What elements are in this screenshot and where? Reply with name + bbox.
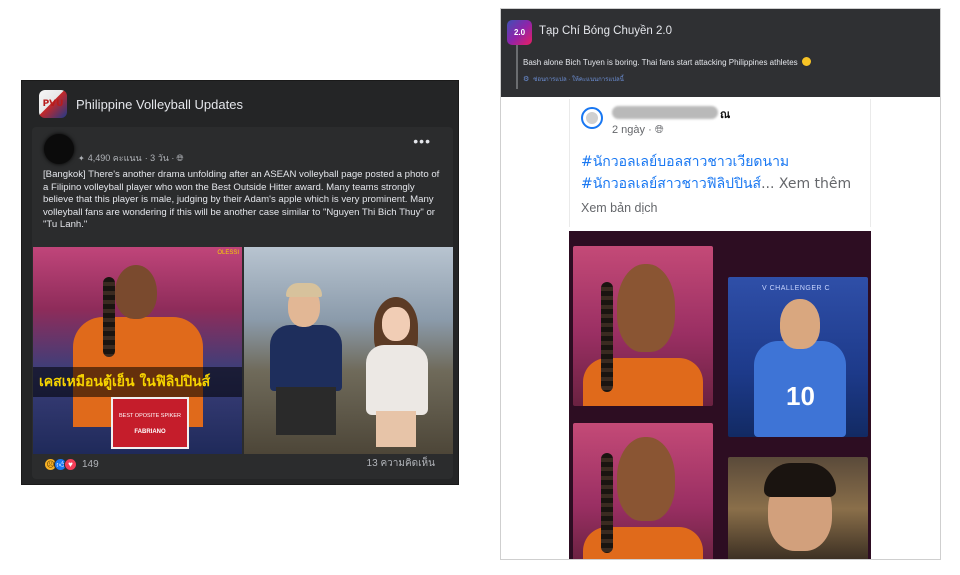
page-title[interactable]: Tạp Chí Bóng Chuyền 2.0	[539, 25, 672, 37]
man-cap	[286, 283, 322, 297]
award-card: BEST OPOSITE SPIKER FABRIANO	[111, 397, 189, 449]
photo-player-3[interactable]	[728, 457, 868, 559]
corner-logo: OLESSI	[217, 250, 239, 256]
page-logo[interactable]: PVU	[39, 90, 67, 118]
author-name-tail[interactable]: ณ	[720, 105, 730, 123]
post-meta: ✦ 4,490 คะแนน · 3 วัน · 🌐︎	[78, 151, 184, 165]
comments-count[interactable]: 13 ความคิดเห็น	[367, 456, 435, 471]
post-text: [Bangkok] There's another drama unfoldin…	[43, 169, 440, 231]
woman-legs	[376, 411, 416, 447]
left-screenshot: PVU Philippine Volleyball Updates ✦ 4,49…	[21, 80, 459, 485]
see-translation-link[interactable]: Xem bản dịch	[581, 201, 657, 215]
couple-photo[interactable]	[244, 247, 453, 454]
translation-links[interactable]: ⚙ ซ่อนการแปล · ให้คะแนนการแปลนี้	[523, 74, 624, 84]
page-logo[interactable]: 2.0	[507, 20, 532, 45]
photo-player-2[interactable]	[573, 423, 713, 559]
player-face	[617, 437, 675, 521]
avatar-inner	[586, 112, 598, 124]
man-sweater	[270, 325, 342, 391]
woman-face	[382, 307, 410, 341]
avatar[interactable]	[581, 107, 603, 129]
photo-grid: V CHALLENGER C 10	[569, 231, 871, 559]
smile-emoji-icon	[801, 57, 811, 66]
banner-text: V CHALLENGER C	[762, 285, 831, 292]
love-reaction-icon: ♥	[64, 458, 77, 471]
shared-post-card: ณ 2 ngày · 🌐︎ #นักวอลเลย์บอลสาวชาวเวียดน…	[569, 99, 871, 227]
hashtag-2[interactable]: #นักวอลเลย์สาวชาวฟิลิปปินส์... Xem thêm	[581, 173, 851, 195]
player-hair	[764, 463, 836, 497]
page-title[interactable]: Philippine Volleyball Updates	[76, 97, 243, 112]
post-header: 2.0 Tạp Chí Bóng Chuyền 2.0 Bash alone B…	[501, 9, 940, 97]
globe-icon: 🌐︎	[176, 152, 184, 163]
gear-icon: ⚙	[523, 76, 530, 83]
post-time-text: 2 ngày ·	[612, 124, 655, 136]
avatar[interactable]	[44, 134, 74, 164]
image-caption: เคสเหมือนตู้เย็น ในฟิลิปปินส์	[33, 367, 242, 397]
page-header: PVU Philippine Volleyball Updates	[22, 81, 458, 127]
jersey-number: 10	[786, 381, 815, 411]
see-more-link[interactable]: ... Xem thêm	[761, 176, 851, 192]
player-face	[780, 299, 820, 349]
translate-links-text[interactable]: ซ่อนการแปล · ให้คะแนนการแปลนี้	[533, 74, 624, 84]
man-figure	[266, 283, 346, 437]
right-screenshot: 2.0 Tạp Chí Bóng Chuyền 2.0 Bash alone B…	[500, 8, 941, 560]
facebook-post: ✦ 4,490 คะแนน · 3 วัน · 🌐︎ ••• [Bangkok]…	[32, 127, 453, 479]
award-brand: FABRIANO	[134, 429, 166, 435]
award-text: BEST OPOSITE SPIKER	[119, 413, 181, 419]
braid	[103, 277, 115, 357]
volleyball-player-photo[interactable]: OLESSI เคสเหมือนตู้เย็น ในฟิลิปปินส์ BES…	[33, 247, 242, 454]
post-time[interactable]: 2 ngày · 🌐︎	[612, 124, 664, 137]
braid	[601, 453, 613, 553]
more-options-button[interactable]: •••	[413, 133, 431, 149]
star-icon: ✦	[78, 153, 85, 163]
hashtag-1[interactable]: #นักวอลเลย์บอลสาวชาวเวียดนาม	[581, 151, 789, 173]
post-images[interactable]: OLESSI เคสเหมือนตู้เย็น ในฟิลิปปินส์ BES…	[33, 247, 453, 454]
caption-text: Bash alone Bich Tuyen is boring. Thai fa…	[523, 58, 798, 67]
hashtag-2-text[interactable]: #นักวอลเลย์สาวชาวฟิลิปปินส์	[581, 176, 761, 192]
man-legs	[276, 387, 336, 435]
player-head	[115, 265, 157, 319]
follower-count: 4,490 คะแนน	[87, 153, 142, 163]
blurred-name	[612, 106, 718, 119]
globe-icon: 🌐︎	[654, 124, 664, 136]
woman-top	[366, 345, 428, 415]
reactions-bar[interactable]: ☹ 👍︎ ♥ 149	[44, 458, 99, 471]
player-face	[617, 264, 675, 352]
post-time[interactable]: · 3 วัน ·	[145, 151, 175, 165]
post-header: ✦ 4,490 คะแนน · 3 วัน · 🌐︎	[44, 133, 184, 165]
woman-figure	[362, 297, 432, 447]
braid	[601, 282, 613, 392]
post-caption: Bash alone Bich Tuyen is boring. Thai fa…	[523, 57, 811, 67]
reaction-count: 149	[82, 459, 99, 470]
quote-divider	[516, 45, 518, 89]
photo-player-1[interactable]	[573, 246, 713, 406]
photo-player-vietnam[interactable]: V CHALLENGER C 10	[728, 277, 868, 437]
